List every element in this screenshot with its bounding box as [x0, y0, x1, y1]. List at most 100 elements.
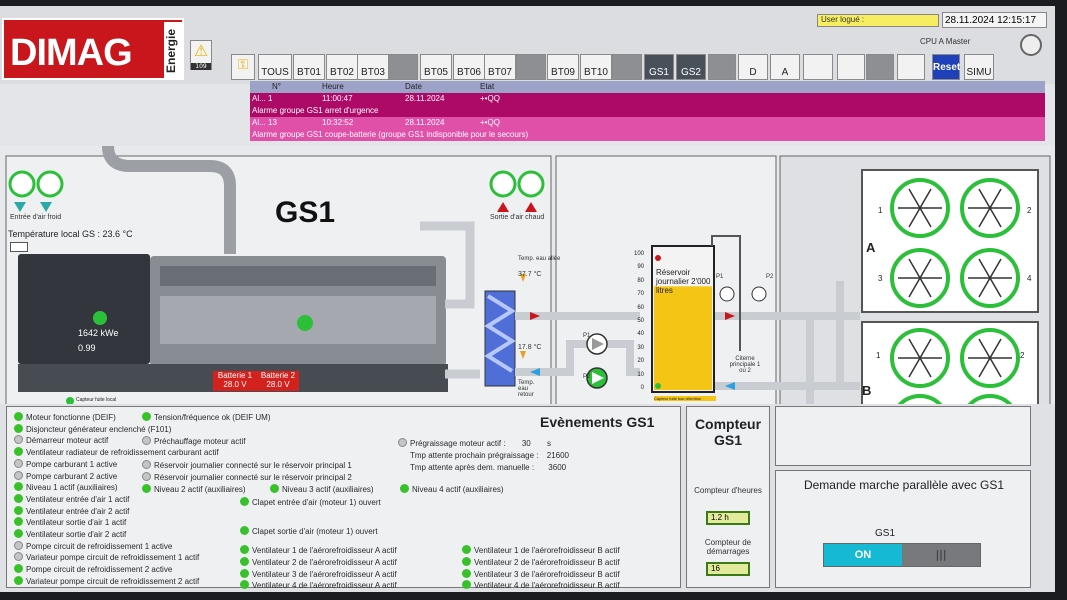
toolbar-button-tous[interactable]: TOUS	[258, 54, 292, 80]
col-state: Etat	[480, 82, 495, 91]
clock-icon[interactable]	[1020, 34, 1042, 56]
hours-label: Compteur d'heures	[694, 486, 762, 495]
status-row: Ventilateur 3 de l'aérorefroidisseur B a…	[462, 569, 620, 579]
alarm-date: 28.11.2024	[405, 118, 445, 127]
toggle-on[interactable]: ON	[824, 544, 902, 566]
status-text: Variateur pompe circuit de refroidisseme…	[26, 553, 200, 563]
toolbar-button-bt09[interactable]: BT09	[547, 54, 579, 80]
status-row: Niveau 2 actif (auxiliaires)	[142, 484, 246, 494]
toolbar-button-gs2[interactable]: GS2	[676, 54, 706, 80]
status-dot	[14, 517, 23, 527]
alarm-state: +•QQ	[480, 118, 500, 127]
status-text: Ventilateur 1 de l'aérorefroidisseur A a…	[252, 546, 397, 555]
toolbar-button-label: BT10	[584, 67, 608, 78]
status-text: Démarreur moteur actif	[26, 436, 109, 446]
alarm-warning-icon[interactable]: ⚠ 109	[190, 40, 212, 70]
parallel-toggle[interactable]: ON |||	[823, 543, 981, 567]
status-row: Variateur pompe circuit de refroidisseme…	[14, 575, 199, 586]
after-label: Tmp attente après dem. manuelle :	[410, 463, 535, 472]
scale-tick: 0	[640, 385, 644, 391]
alarm-row[interactable]: Al... 1 11:00:47 28.11.2024 +•QQ	[250, 93, 1045, 105]
status-dot	[14, 447, 23, 457]
toolbar-button-label: SIMU	[966, 67, 992, 78]
power-unit: kWe	[100, 328, 119, 338]
trend-icon[interactable]	[10, 242, 28, 252]
toolbar-button-a[interactable]: A	[770, 54, 800, 80]
status-text: Clapet sortie d'air (moteur 1) ouvert	[252, 527, 378, 536]
date-value: 28.11.2024	[945, 15, 995, 26]
fan-number: 4	[1027, 274, 1032, 283]
scale-tick: 60	[637, 304, 644, 311]
status-dot	[270, 484, 279, 493]
alarm-row-text[interactable]: Alarme groupe GS1 arret d'urgence	[250, 105, 1045, 117]
starts-label: Compteur de démarrages	[704, 538, 752, 556]
scale-tick: 90	[637, 264, 644, 271]
toolbar-button-bt07[interactable]: BT07	[484, 54, 516, 80]
status-dot	[142, 484, 151, 493]
toolbar-button-blank[interactable]	[708, 54, 736, 80]
scale-tick: 20	[637, 358, 644, 365]
toolbar-button-bt05[interactable]: BT05	[420, 54, 452, 80]
status-row: Niveau 1 actif (auxiliaires)	[14, 482, 118, 492]
toolbar-button-bt01[interactable]: BT01	[293, 54, 325, 80]
pf-readout: 0.99	[76, 343, 134, 357]
water-out-label: Temp. eau allée	[518, 256, 561, 262]
toolbar-button-blank[interactable]	[897, 54, 925, 80]
status-row: Variateur pompe circuit de refroidisseme…	[14, 552, 199, 562]
status-dot	[240, 557, 249, 566]
dimag-logo: DIMAG Energie	[2, 18, 184, 80]
user-key-button[interactable]: ⚿	[231, 54, 255, 80]
toolbar-button-label: BT06	[457, 67, 481, 78]
toolbar-button-reset[interactable]: Reset	[932, 54, 960, 80]
toolbar-button-gs1[interactable]: GS1	[644, 54, 674, 80]
status-dot	[240, 580, 249, 589]
toolbar-button-label: BT03	[361, 67, 385, 78]
toolbar-button-blank[interactable]	[837, 54, 865, 80]
status-text: Disjoncteur générateur enclenché (F101)	[26, 424, 172, 434]
status-text: Ventilateur radiateur de refroidissement…	[26, 448, 219, 458]
toolbar-button-bt06[interactable]: BT06	[453, 54, 485, 80]
status-text: Ventilateur 3 de l'aérorefroidisseur A a…	[252, 570, 397, 579]
pump-p1-label: P1	[583, 333, 591, 339]
local-temp: Température local GS : 23.6 °C	[8, 229, 133, 239]
status-row: Ventilateur entrée d'air 1 actif	[14, 493, 129, 504]
toggle-off[interactable]: |||	[902, 544, 980, 566]
battery-2-value: 28.0 V	[266, 380, 290, 389]
status-row: Ventilateur 1 de l'aérorefroidisseur B a…	[462, 545, 620, 555]
toolbar-button-blank[interactable]	[516, 54, 546, 80]
toolbar-button-bt03[interactable]: BT03	[357, 54, 389, 80]
pump-p2-label: P2	[583, 374, 591, 380]
status-row: Ventilateur 2 de l'aérorefroidisseur A a…	[240, 557, 397, 567]
status-dot	[14, 412, 23, 421]
status-text: Ventilateur 4 de l'aérorefroidisseur A a…	[252, 581, 397, 590]
toolbar-button-simu[interactable]: SIMU	[964, 54, 994, 80]
power-readout: 1642 kWe	[76, 328, 134, 342]
status-row: Tension/fréquence ok (DEIF UM)	[142, 412, 271, 422]
status-dot	[462, 545, 471, 554]
alarm-state: +•QQ	[480, 94, 500, 103]
toolbar-button-bt02[interactable]: BT02	[326, 54, 358, 80]
status-row: Clapet sortie d'air (moteur 1) ouvert	[240, 526, 378, 536]
toolbar-button-label: BT01	[297, 67, 321, 78]
status-dot	[14, 529, 23, 538]
toolbar-button-blank[interactable]	[866, 54, 894, 80]
status-dot	[14, 435, 23, 445]
toolbar-button-blank[interactable]	[803, 54, 833, 80]
fan-number: 2	[1020, 351, 1025, 360]
toolbar-button-d[interactable]: D	[738, 54, 768, 80]
fuel-pump-1[interactable]	[719, 286, 735, 302]
toolbar-button-bt10[interactable]: BT10	[580, 54, 612, 80]
status-dot	[240, 545, 249, 554]
fuel-pump-2[interactable]	[751, 286, 767, 302]
toolbar-button-blank[interactable]	[388, 54, 418, 80]
alarm-row-text[interactable]: Alarme groupe GS1 coupe-batterie (groupe…	[250, 129, 1045, 141]
alarm-row[interactable]: Al... 13 10:32:52 28.11.2024 +•QQ	[250, 117, 1045, 129]
toolbar-button-blank[interactable]	[612, 54, 642, 80]
battery-1-label: Batterie 1	[217, 371, 253, 380]
col-time: Heure	[322, 82, 344, 91]
user-key-icon: ⚿	[237, 56, 249, 72]
status-row: Ventilateur 2 de l'aérorefroidisseur B a…	[462, 557, 620, 567]
status-text: Ventilateur sortie d'air 1 actif	[26, 518, 127, 528]
engine-status-dot	[297, 315, 313, 331]
toolbar-button-label: A	[781, 67, 789, 78]
